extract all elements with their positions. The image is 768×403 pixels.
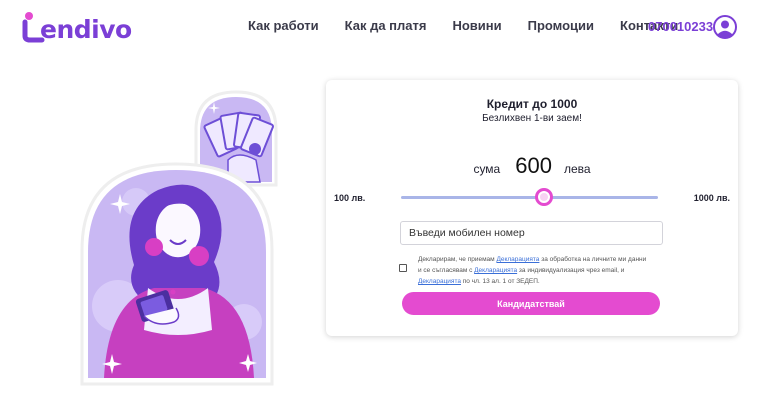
amount-slider[interactable] [401,187,658,209]
consent-text-part: Декларирам, че приемам [418,256,497,263]
user-avatar-icon[interactable] [713,15,737,39]
declaration-link-2[interactable]: Декларацията [474,267,517,274]
slider-max-label: 1000 лв. [693,193,730,203]
logo-mark-icon [22,12,45,43]
declaration-link-3[interactable]: Декларацията [418,278,461,285]
consent-text-part: по чл. 13 ал. 1 от ЗЕДЕП. [460,278,540,285]
main-nav: Как работи Как да платя Новини Промоции … [248,18,704,33]
nav-how-it-works[interactable]: Как работи [248,18,319,33]
slider-min-label: 100 лв. [334,193,366,203]
consent-text-part: за индивидуализация чрез email, и [517,267,625,274]
woman-with-money-illustration [80,90,278,386]
nav-promotions[interactable]: Промоции [528,18,594,33]
amount-unit: лева [563,162,591,176]
amount-value: 600 [515,153,552,178]
slider-track[interactable] [401,196,658,199]
loan-subtitle: Безлихвен 1-ви заем! [482,113,582,124]
amount-display: сума 600 лева [326,153,738,179]
loan-calculator-card: Кредит до 1000 Безлихвен 1-ви заем! сума… [326,80,738,336]
brand-name: endivo [40,14,132,44]
phone-link[interactable]: 070010233 [648,19,713,34]
amount-label: сума [473,162,501,176]
consent-checkbox[interactable] [399,264,407,272]
mobile-number-input[interactable] [400,221,663,245]
declaration-link-1[interactable]: Декларацията [496,256,539,263]
nav-news[interactable]: Новини [452,18,501,33]
consent-text: Декларирам, че приемам Декларацията за о… [418,254,648,287]
loan-title: Кредит до 1000 [486,97,578,111]
site-header: endivo Как работи Как да платя Новини Пр… [0,0,768,56]
slider-thumb[interactable] [534,188,553,206]
nav-how-to-pay[interactable]: Как да платя [345,18,427,33]
apply-button[interactable]: Кандидатствай [402,292,660,315]
brand-logo[interactable]: endivo [20,8,132,46]
